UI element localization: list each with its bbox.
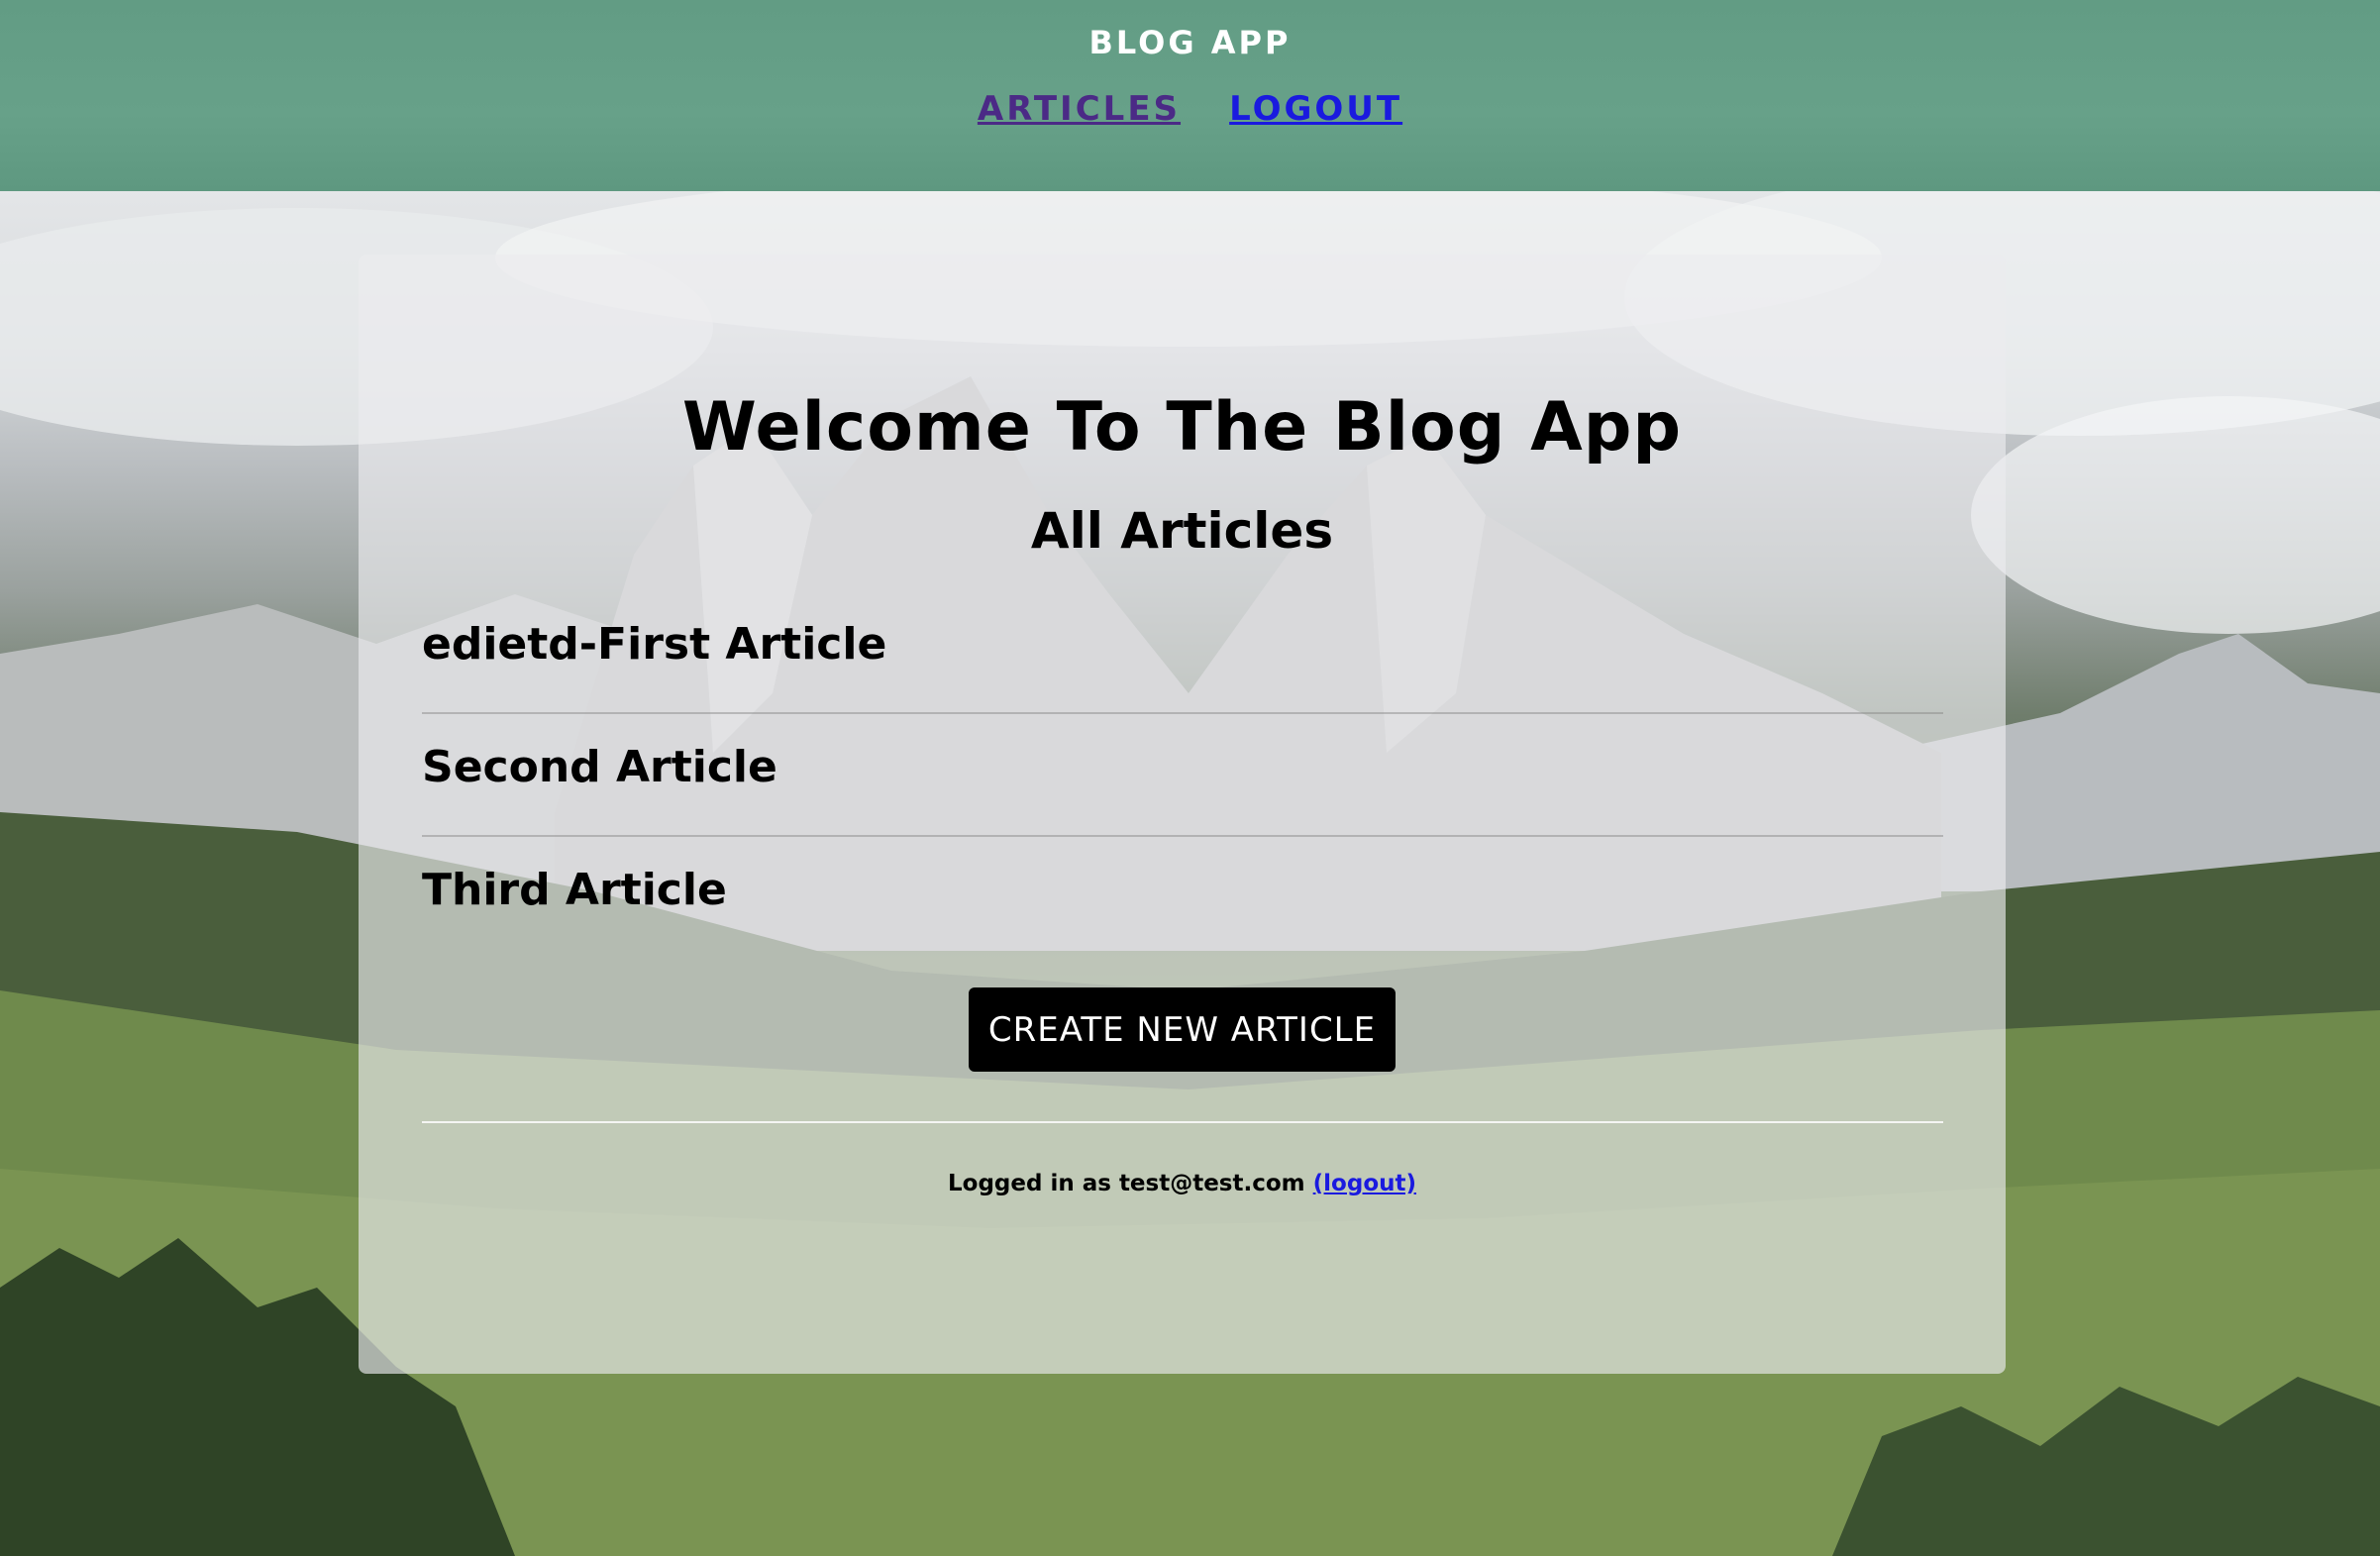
article-item[interactable]: edietd-First Article xyxy=(422,591,1943,714)
page-title: Welcome To The Blog App xyxy=(681,388,1683,467)
nav-link-logout[interactable]: LOGOUT xyxy=(1229,89,1402,129)
content-card: Welcome To The Blog App All Articles edi… xyxy=(359,255,2006,1374)
nav-link-articles[interactable]: ARTICLES xyxy=(978,89,1181,129)
login-status-text: Logged in as test@test.com xyxy=(948,1171,1305,1196)
article-item[interactable]: Second Article xyxy=(422,714,1943,837)
article-title[interactable]: Second Article xyxy=(422,742,777,792)
main-nav: ARTICLES LOGOUT xyxy=(0,89,2380,129)
login-status: Logged in as test@test.com (logout) xyxy=(359,1171,2006,1196)
brand-title: BLOG APP xyxy=(1088,24,1292,61)
article-title[interactable]: Third Article xyxy=(422,865,727,915)
create-article-button[interactable]: CREATE NEW ARTICLE xyxy=(969,987,1396,1072)
top-header: BLOG APP ARTICLES LOGOUT xyxy=(0,0,2380,191)
article-title[interactable]: edietd-First Article xyxy=(422,619,886,670)
section-title: All Articles xyxy=(1030,502,1334,560)
divider xyxy=(422,1121,1943,1123)
article-list: edietd-First Article Second Article Thir… xyxy=(422,591,1943,960)
footer-logout-link[interactable]: (logout) xyxy=(1313,1171,1416,1196)
article-item[interactable]: Third Article xyxy=(422,837,1943,960)
